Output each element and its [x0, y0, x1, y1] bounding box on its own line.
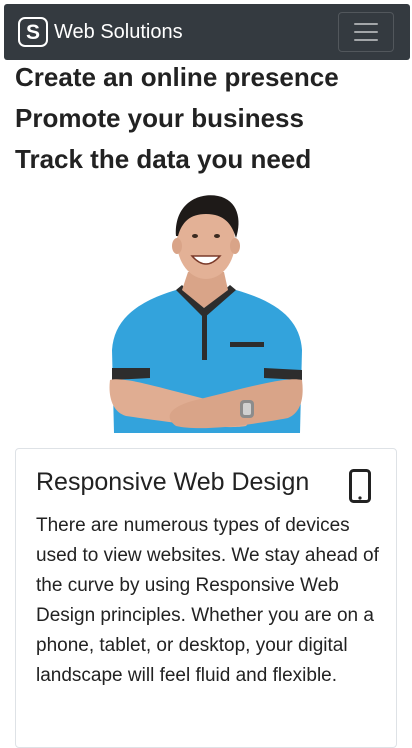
- headline-3: Track the data you need: [15, 144, 312, 174]
- headline-2: Promote your business: [15, 103, 304, 133]
- hero-person-image: [109, 195, 303, 433]
- brand-logo-letter: S: [25, 20, 40, 44]
- brand-name: Web Solutions: [54, 20, 183, 43]
- smartphone-icon: [349, 469, 371, 503]
- navbar: S Web Solutions: [4, 4, 410, 60]
- headline-1: Create an online presence: [15, 62, 339, 92]
- card-title: Responsive Web Design: [36, 468, 310, 496]
- brand-logo-icon: S: [18, 17, 48, 47]
- navbar-toggler-button[interactable]: [338, 12, 394, 52]
- card-description: There are numerous types of devices used…: [36, 515, 379, 686]
- responsive-design-card: Responsive Web Design There are numerous…: [15, 448, 397, 748]
- hero-headlines: Create an online presence Promote your b…: [15, 58, 405, 181]
- hamburger-menu-icon: [354, 23, 378, 41]
- navbar-brand[interactable]: S Web Solutions: [18, 16, 183, 48]
